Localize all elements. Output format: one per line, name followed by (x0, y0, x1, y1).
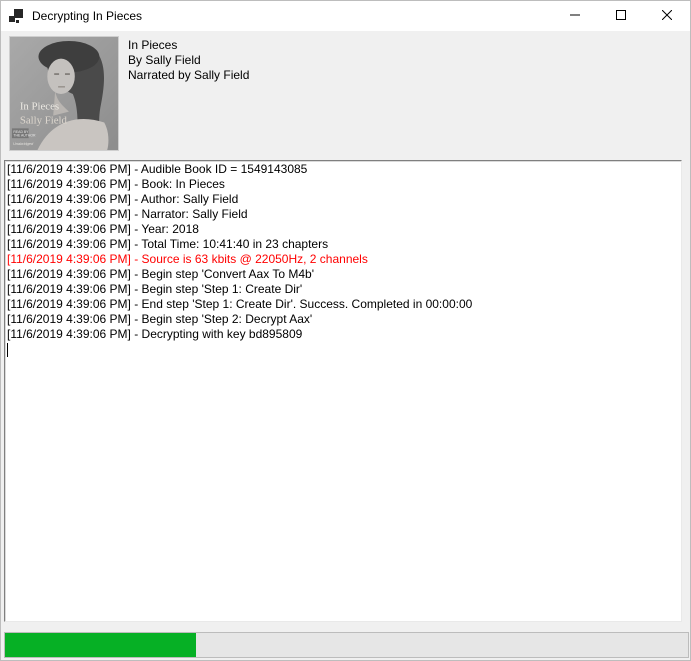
book-author: By Sally Field (128, 53, 249, 68)
close-button[interactable] (644, 1, 690, 31)
titlebar[interactable]: Decrypting In Pieces (1, 1, 690, 31)
content-area: In Pieces Sally Field READ BY THE AUTHOR… (1, 31, 690, 661)
log-line: [11/6/2019 4:39:06 PM] - Begin step 'Con… (7, 267, 679, 282)
minimize-icon (570, 7, 580, 25)
maximize-icon (616, 7, 626, 25)
text-caret (7, 343, 8, 357)
book-cover-image: In Pieces Sally Field READ BY THE AUTHOR… (10, 37, 118, 150)
log-line: [11/6/2019 4:39:06 PM] - Source is 63 kb… (7, 252, 679, 267)
progress-fill (5, 633, 196, 657)
app-window: Decrypting In Pieces (0, 0, 691, 661)
log-line: [11/6/2019 4:39:06 PM] - Total Time: 10:… (7, 237, 679, 252)
progress-bar (4, 632, 689, 658)
book-narrator: Narrated by Sally Field (128, 68, 249, 83)
log-lines: [11/6/2019 4:39:06 PM] - Audible Book ID… (7, 162, 679, 342)
log-textbox[interactable]: [11/6/2019 4:39:06 PM] - Audible Book ID… (4, 160, 682, 622)
log-line: [11/6/2019 4:39:06 PM] - Begin step 'Ste… (7, 282, 679, 297)
log-line: [11/6/2019 4:39:06 PM] - Book: In Pieces (7, 177, 679, 192)
cover-title-text: In Pieces (20, 101, 59, 113)
caret-line (7, 342, 679, 357)
book-cover: In Pieces Sally Field READ BY THE AUTHOR… (9, 36, 119, 151)
cover-badge-line2: THE AUTHOR (13, 134, 36, 138)
log-line: [11/6/2019 4:39:06 PM] - Author: Sally F… (7, 192, 679, 207)
minimize-button[interactable] (552, 1, 598, 31)
log-line: [11/6/2019 4:39:06 PM] - Begin step 'Ste… (7, 312, 679, 327)
cover-author-text: Sally Field (20, 114, 68, 126)
window-controls (552, 1, 690, 31)
cover-badge-line3: Unabridged (13, 141, 34, 146)
window-title: Decrypting In Pieces (32, 9, 142, 23)
log-line: [11/6/2019 4:39:06 PM] - Narrator: Sally… (7, 207, 679, 222)
book-info: In Pieces By Sally Field Narrated by Sal… (128, 38, 249, 83)
log-line: [11/6/2019 4:39:06 PM] - Decrypting with… (7, 327, 679, 342)
log-line: [11/6/2019 4:39:06 PM] - Year: 2018 (7, 222, 679, 237)
book-title: In Pieces (128, 38, 249, 53)
close-icon (662, 7, 672, 25)
app-icon (9, 9, 23, 23)
log-line: [11/6/2019 4:39:06 PM] - End step 'Step … (7, 297, 679, 312)
log-line: [11/6/2019 4:39:06 PM] - Audible Book ID… (7, 162, 679, 177)
maximize-button[interactable] (598, 1, 644, 31)
